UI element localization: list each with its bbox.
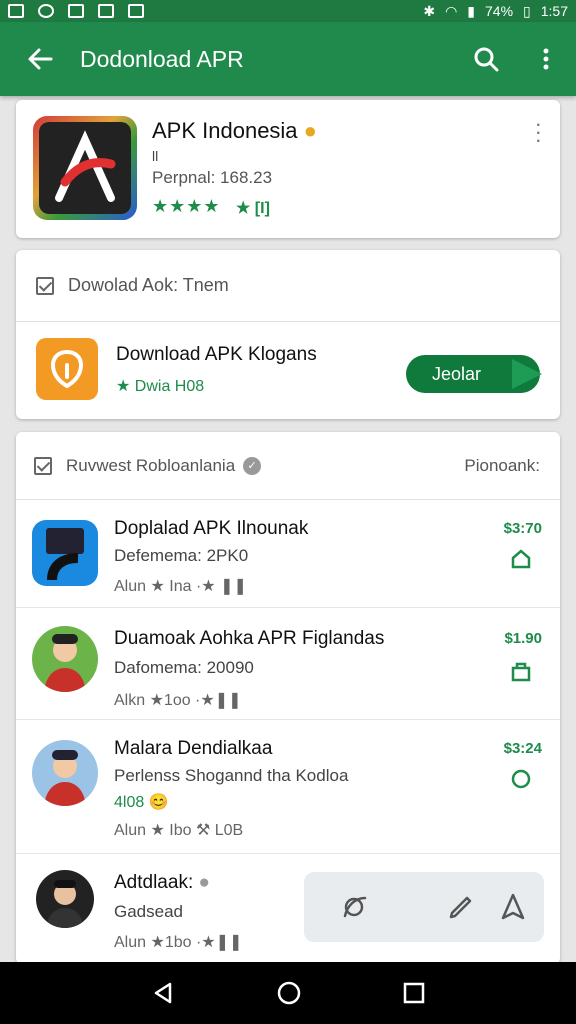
list-item-price: $3:70 — [503, 520, 542, 537]
store-icon[interactable] — [510, 548, 532, 570]
list-item-meta: Alun ★1bo ·★❚❚ — [114, 934, 243, 951]
clock: 1:57 — [540, 3, 568, 19]
list-item-subtitle: Gadsead — [114, 902, 183, 921]
image-notification-icon — [8, 4, 24, 18]
avatar — [36, 870, 94, 928]
play-arrow-icon — [512, 359, 542, 389]
list-item-meta: Alkn ★1oo ·★❚❚ — [114, 692, 242, 709]
shield-icon — [50, 349, 84, 389]
calendar-notification-icon — [98, 4, 114, 18]
nav-recents-icon[interactable] — [403, 982, 425, 1004]
gallery-notification-icon — [68, 4, 84, 18]
apk-logo-icon — [55, 130, 116, 202]
search-icon — [474, 47, 499, 72]
search-button[interactable] — [456, 22, 516, 96]
app-bar-title: Dodonload APR — [80, 45, 244, 72]
edit-icon[interactable] — [446, 892, 476, 922]
list-item-subtitle: Defemema: 2PK0 — [114, 546, 249, 565]
list-item[interactable]: Doplalad APK Ilnounak Defemema: 2PK0 Alu… — [16, 500, 560, 608]
status-bar: ✱ ◠ ▮ 74% ▯ 1:57 — [0, 0, 576, 22]
list-item-meta: Alun ★ Ibo ⚒ L0B — [114, 822, 244, 839]
battery-level: 74% — [485, 3, 514, 19]
back-button[interactable] — [0, 22, 80, 96]
shield-app-icon — [36, 338, 98, 400]
list-card-header-right[interactable]: Pionoank: — [464, 456, 540, 476]
download-button[interactable]: Jeolar — [406, 355, 542, 393]
list-item-price: $1.90 — [504, 630, 542, 647]
overflow-menu-button[interactable] — [516, 22, 576, 96]
app-header-card[interactable]: APK Indonesia ● ll Perpnal: 168.23 ★★★★ … — [16, 100, 560, 238]
list-item-rating: 4l08 😊 — [114, 794, 169, 811]
person-avatar-icon — [44, 750, 86, 806]
list-item-meta: Alun ★ Ina ·★ ❚❚ — [114, 578, 247, 595]
download-card: Dowolad Aok: Tnem Download APK Klogans ★… — [16, 250, 560, 419]
app-rating-stars: ★★★★ — [152, 196, 221, 216]
download-item-subtitle: ★ Dwia H08 — [116, 378, 205, 395]
navigate-icon[interactable] — [498, 892, 528, 922]
list-item-price: $3:24 — [503, 740, 542, 757]
list-item[interactable]: Malara Dendialkaa Perlenss Shogannd tha … — [16, 720, 560, 854]
verified-icon: ✓ — [243, 456, 262, 475]
download-item-title: Download APK Klogans — [116, 344, 317, 365]
nav-home-icon[interactable] — [276, 980, 302, 1006]
list-item-title: Adtdlaak: ● — [114, 872, 210, 893]
wifi-icon: ◠ — [445, 2, 458, 19]
person-avatar-icon — [46, 880, 84, 928]
app-bar: Dodonload APR — [0, 22, 576, 96]
app-name: APK Indonesia ● — [152, 118, 317, 143]
list-item-title: Doplalad APK Ilnounak — [114, 518, 309, 539]
list-item-title: Duamoak Aohka APR Figlandas — [114, 628, 385, 649]
list-item-subtitle: Dafomema: 20090 — [114, 658, 254, 677]
checkbox-icon[interactable] — [34, 456, 52, 475]
verified-icon: ● — [198, 872, 210, 893]
more-vert-icon — [543, 48, 549, 70]
list-item[interactable]: Duamoak Aohka APR Figlandas Dafomema: 20… — [16, 608, 560, 720]
download-card-header: Dowolad Aok: Tnem — [68, 275, 229, 295]
signal-icon: ▮ — [467, 2, 475, 19]
list-item-title: Malara Dendialkaa — [114, 738, 273, 759]
sync-notification-icon — [38, 4, 54, 18]
share-icon[interactable] — [340, 892, 370, 922]
person-avatar-icon — [44, 634, 86, 692]
info-icon[interactable] — [510, 768, 532, 790]
download-item[interactable]: Download APK Klogans ★ Dwia H08 Jeolar — [16, 322, 560, 418]
nav-back-icon[interactable] — [151, 981, 175, 1005]
app-icon — [33, 116, 137, 220]
emoji-icon: ● — [303, 118, 317, 143]
system-nav-bar — [0, 962, 576, 1024]
avatar — [32, 626, 98, 692]
download-button-label: Jeolar — [432, 363, 482, 384]
avatar — [32, 740, 98, 806]
app-thumbnail — [32, 520, 98, 586]
bluetooth-icon: ✱ — [423, 2, 436, 19]
store-icon[interactable] — [510, 660, 532, 682]
checkbox-icon[interactable] — [36, 276, 54, 295]
app-badge: ★ [I] — [236, 200, 270, 217]
quick-actions-panel — [304, 872, 544, 942]
phone-app-icon — [46, 528, 84, 581]
more-vert-icon[interactable]: · · · — [535, 113, 542, 151]
camera-notification-icon — [128, 4, 144, 18]
app-downloads: Perpnal: 168.23 — [152, 168, 273, 187]
list-item-subtitle: Perlenss Shogannd tha Kodloa — [114, 766, 349, 785]
list-card-header: Ruvwest Robloanlania — [66, 455, 236, 475]
battery-icon: ▯ — [523, 2, 531, 19]
app-developer: ll — [152, 148, 159, 164]
arrow-back-icon — [28, 48, 53, 70]
